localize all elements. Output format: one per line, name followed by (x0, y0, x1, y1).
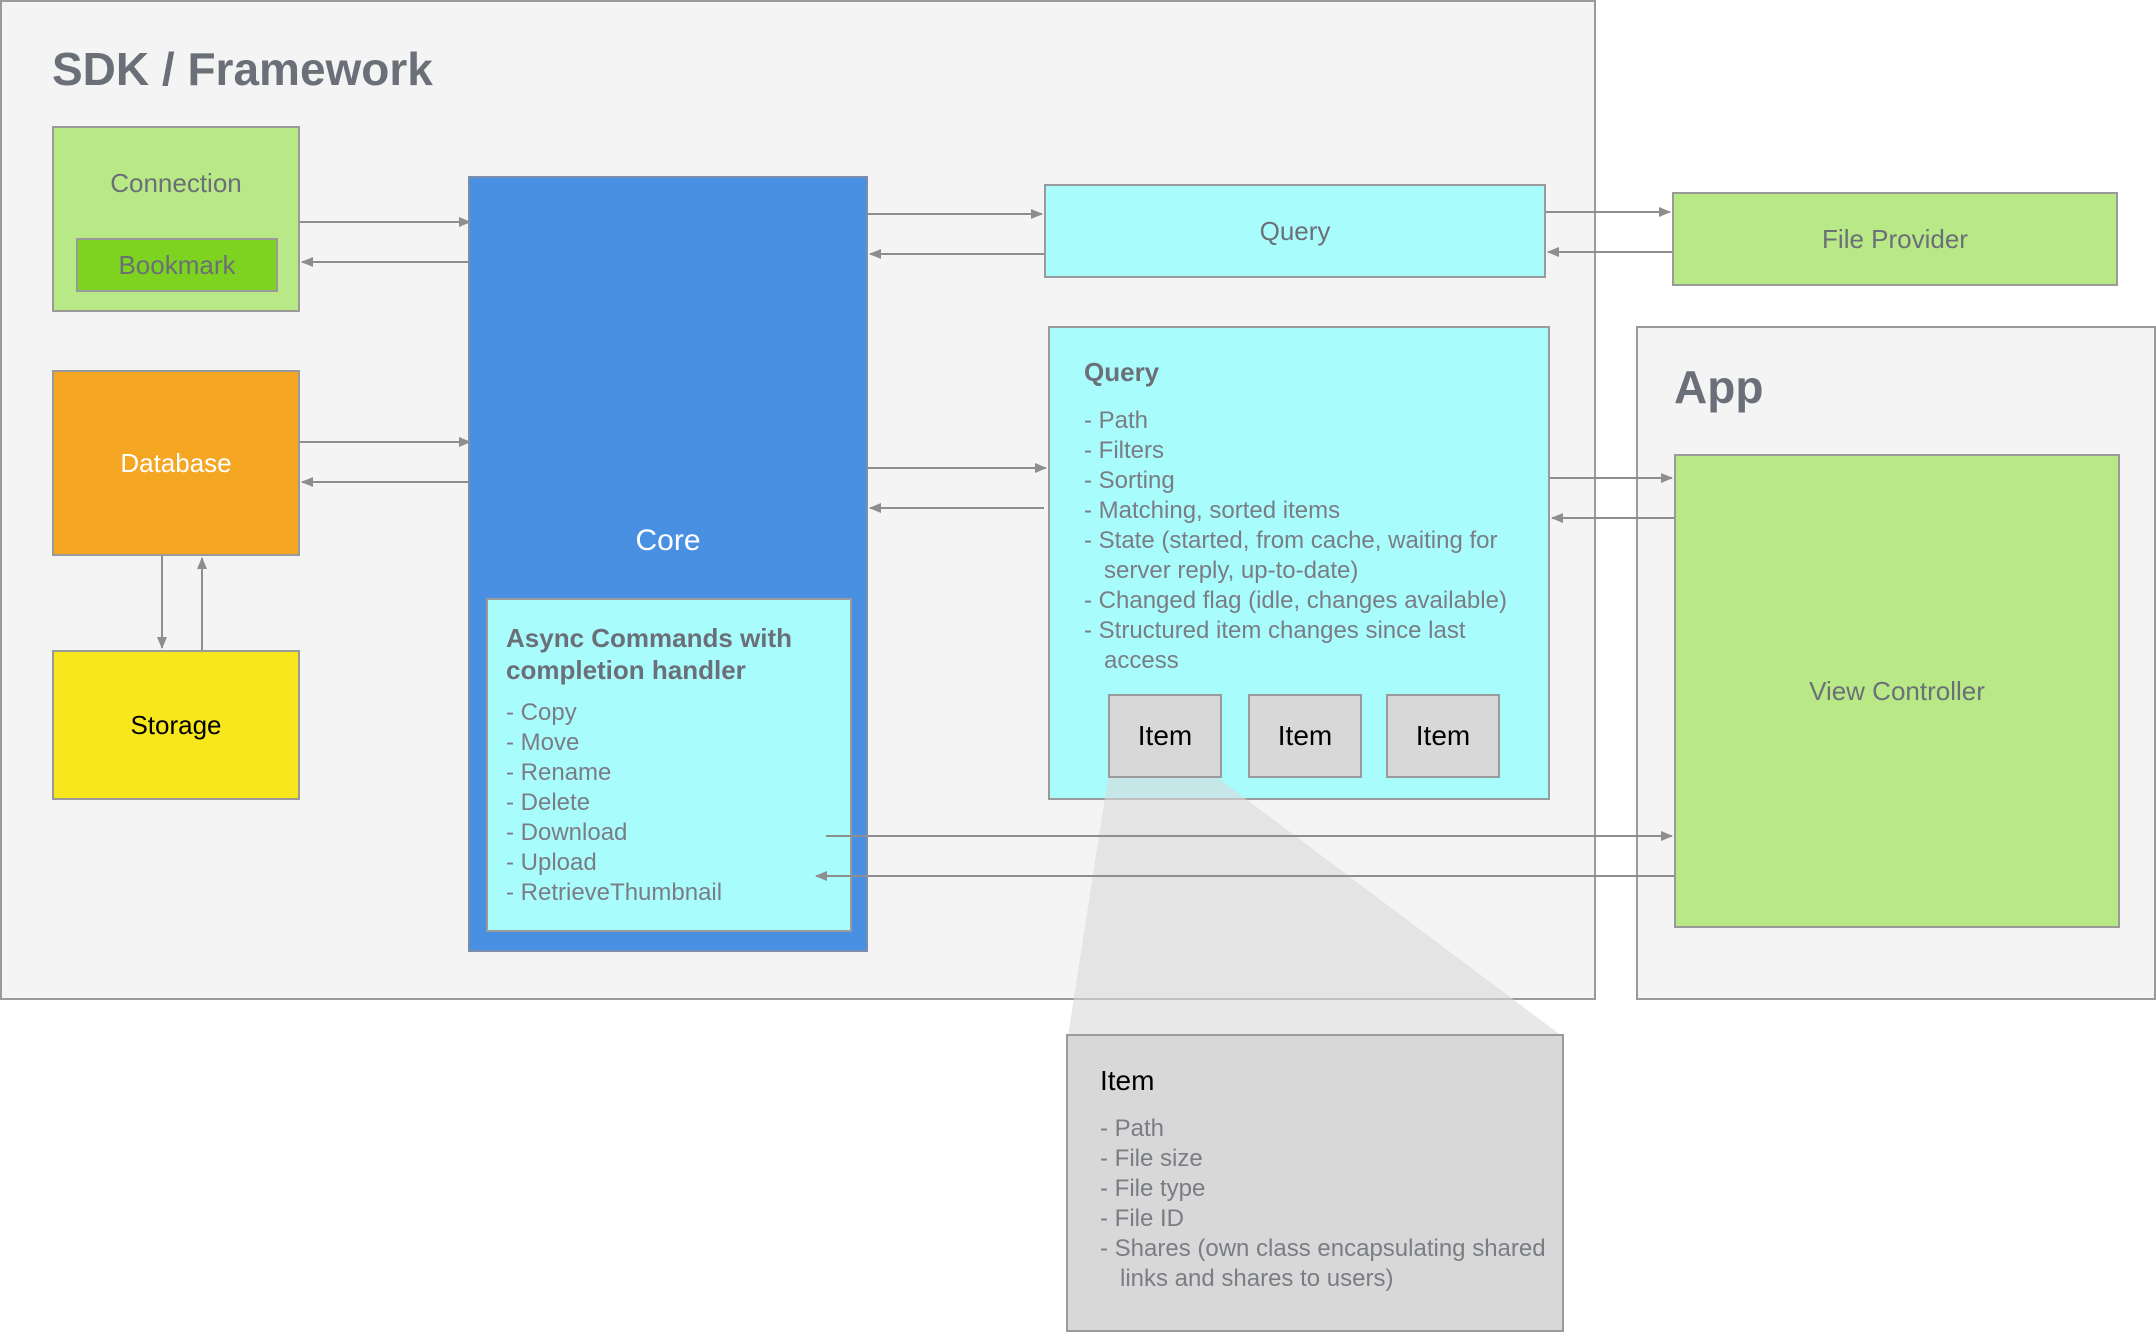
bookmark-label: Bookmark (118, 249, 236, 280)
core-box[interactable]: Core Async Commands with completion hand… (468, 176, 868, 952)
item-property: - File size (1100, 1145, 1203, 1172)
database-label: Database (120, 447, 232, 478)
async-commands-list: - Copy - Move - Rename - Delete - Downlo… (506, 698, 832, 908)
item-detail-panel[interactable]: Item - Path - File size - File type - Fi… (1066, 1034, 1564, 1332)
storage-label: Storage (130, 709, 222, 740)
query-property: - Path (1084, 407, 1149, 434)
command-item: - RetrieveThumbnail (506, 879, 723, 906)
database-box[interactable]: Database (52, 370, 300, 556)
query-box[interactable]: Query (1044, 184, 1546, 278)
query-property: - Changed flag (idle, changes available) (1084, 587, 1507, 614)
query-property: - Matching, sorted items (1084, 497, 1341, 524)
item-property: - File type (1100, 1175, 1206, 1202)
item-chip-label: Item (1415, 720, 1471, 751)
async-commands-panel[interactable]: Async Commands with completion handler -… (486, 598, 852, 932)
connection-label: Connection (110, 168, 242, 198)
query-detail-title: Query (1084, 357, 1160, 387)
storage-box[interactable]: Storage (52, 650, 300, 800)
connection-box[interactable]: Connection Bookmark (52, 126, 300, 312)
file-provider-box[interactable]: File Provider (1672, 192, 2118, 286)
query-property: - Filters (1084, 437, 1164, 464)
item-property: - File ID (1100, 1205, 1184, 1232)
command-item: - Upload (506, 849, 597, 876)
query-property: - State (started, from cache, waiting fo… (1084, 527, 1498, 554)
item-detail-list: - Path - File size - File type - File ID… (1100, 1114, 1546, 1294)
item-property: - Path (1100, 1115, 1165, 1142)
bookmark-box[interactable]: Bookmark (76, 238, 278, 292)
sdk-framework-title: SDK / Framework (52, 43, 433, 95)
query-detail-panel[interactable]: Query - Path - Filters - Sorting - Match… (1048, 326, 1550, 800)
command-item: - Copy (506, 699, 577, 726)
item-property: - Shares (own class encapsulating shared (1100, 1235, 1546, 1262)
command-item: - Rename (506, 759, 612, 786)
query-label: Query (1259, 215, 1331, 246)
query-property: - Sorting (1084, 467, 1175, 494)
view-controller-box[interactable]: View Controller (1674, 454, 2120, 928)
file-provider-label: File Provider (1822, 223, 1968, 254)
query-property: - Structured item changes since last (1084, 617, 1466, 644)
command-item: - Delete (506, 789, 591, 816)
item-chip[interactable]: Item (1248, 694, 1362, 778)
query-detail-list: - Path - Filters - Sorting - Matching, s… (1084, 406, 1514, 676)
app-title: App (1674, 361, 1764, 413)
async-commands-title: Async Commands with completion handler (506, 623, 793, 685)
query-property: server reply, up-to-date) (1084, 557, 1359, 584)
item-chip-label: Item (1137, 720, 1193, 751)
item-detail-title: Item (1100, 1065, 1155, 1096)
item-property: links and shares to users) (1100, 1265, 1394, 1292)
item-chip[interactable]: Item (1108, 694, 1222, 778)
command-item: - Move (506, 729, 580, 756)
query-property: access (1084, 647, 1179, 674)
command-item: - Download (506, 819, 628, 846)
view-controller-label: View Controller (1809, 675, 1985, 706)
item-chip[interactable]: Item (1386, 694, 1500, 778)
item-chip-label: Item (1277, 720, 1333, 751)
core-label: Core (635, 524, 701, 557)
